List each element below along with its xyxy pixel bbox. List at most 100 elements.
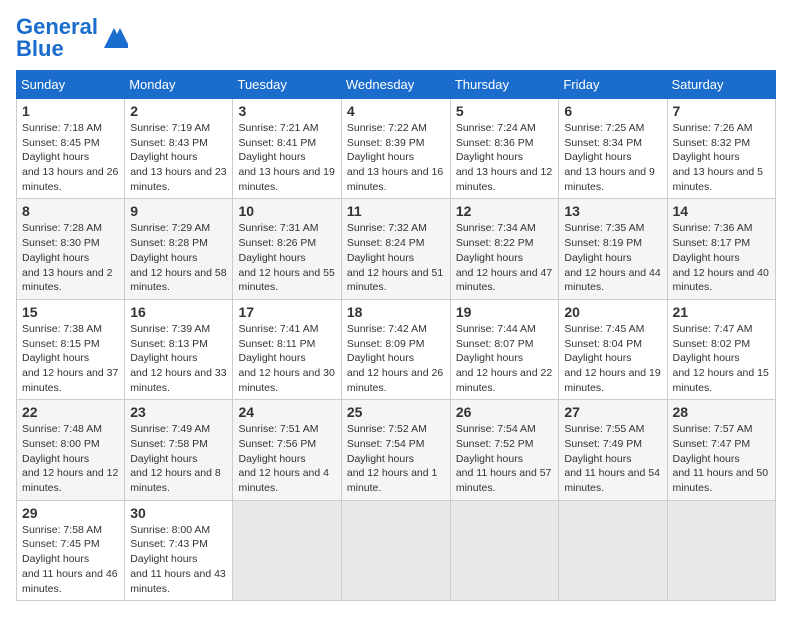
calendar-day-cell xyxy=(667,500,776,600)
day-number: 7 xyxy=(673,103,771,119)
day-number: 11 xyxy=(347,203,445,219)
day-number: 15 xyxy=(22,304,119,320)
day-info: Sunrise: 7:39 AM Sunset: 8:13 PM Dayligh… xyxy=(130,322,227,395)
calendar-day-cell: 26 Sunrise: 7:54 AM Sunset: 7:52 PM Dayl… xyxy=(450,400,559,500)
calendar-week-row: 22 Sunrise: 7:48 AM Sunset: 8:00 PM Dayl… xyxy=(17,400,776,500)
day-number: 30 xyxy=(130,505,227,521)
day-info: Sunrise: 7:36 AM Sunset: 8:17 PM Dayligh… xyxy=(673,221,771,294)
calendar-day-cell: 17 Sunrise: 7:41 AM Sunset: 8:11 PM Dayl… xyxy=(233,299,341,399)
day-info: Sunrise: 8:00 AM Sunset: 7:43 PM Dayligh… xyxy=(130,523,227,596)
calendar-day-cell: 9 Sunrise: 7:29 AM Sunset: 8:28 PM Dayli… xyxy=(125,199,233,299)
calendar-week-row: 1 Sunrise: 7:18 AM Sunset: 8:45 PM Dayli… xyxy=(17,99,776,199)
col-wednesday: Wednesday xyxy=(341,71,450,99)
day-number: 2 xyxy=(130,103,227,119)
day-info: Sunrise: 7:28 AM Sunset: 8:30 PM Dayligh… xyxy=(22,221,119,294)
calendar-day-cell: 18 Sunrise: 7:42 AM Sunset: 8:09 PM Dayl… xyxy=(341,299,450,399)
day-info: Sunrise: 7:21 AM Sunset: 8:41 PM Dayligh… xyxy=(238,121,335,194)
day-number: 1 xyxy=(22,103,119,119)
day-info: Sunrise: 7:32 AM Sunset: 8:24 PM Dayligh… xyxy=(347,221,445,294)
day-info: Sunrise: 7:51 AM Sunset: 7:56 PM Dayligh… xyxy=(238,422,335,495)
calendar-day-cell: 16 Sunrise: 7:39 AM Sunset: 8:13 PM Dayl… xyxy=(125,299,233,399)
page-header: General Blue xyxy=(16,16,776,60)
day-number: 17 xyxy=(238,304,335,320)
day-info: Sunrise: 7:24 AM Sunset: 8:36 PM Dayligh… xyxy=(456,121,554,194)
day-number: 8 xyxy=(22,203,119,219)
calendar-day-cell: 2 Sunrise: 7:19 AM Sunset: 8:43 PM Dayli… xyxy=(125,99,233,199)
calendar-day-cell: 20 Sunrise: 7:45 AM Sunset: 8:04 PM Dayl… xyxy=(559,299,667,399)
calendar-day-cell: 25 Sunrise: 7:52 AM Sunset: 7:54 PM Dayl… xyxy=(341,400,450,500)
calendar-day-cell: 7 Sunrise: 7:26 AM Sunset: 8:32 PM Dayli… xyxy=(667,99,776,199)
day-number: 19 xyxy=(456,304,554,320)
col-thursday: Thursday xyxy=(450,71,559,99)
calendar-day-cell: 27 Sunrise: 7:55 AM Sunset: 7:49 PM Dayl… xyxy=(559,400,667,500)
day-number: 9 xyxy=(130,203,227,219)
day-info: Sunrise: 7:18 AM Sunset: 8:45 PM Dayligh… xyxy=(22,121,119,194)
day-number: 5 xyxy=(456,103,554,119)
day-info: Sunrise: 7:31 AM Sunset: 8:26 PM Dayligh… xyxy=(238,221,335,294)
calendar-day-cell: 5 Sunrise: 7:24 AM Sunset: 8:36 PM Dayli… xyxy=(450,99,559,199)
logo-icon xyxy=(100,24,128,52)
day-info: Sunrise: 7:48 AM Sunset: 8:00 PM Dayligh… xyxy=(22,422,119,495)
day-info: Sunrise: 7:44 AM Sunset: 8:07 PM Dayligh… xyxy=(456,322,554,395)
day-number: 13 xyxy=(564,203,661,219)
calendar-week-row: 15 Sunrise: 7:38 AM Sunset: 8:15 PM Dayl… xyxy=(17,299,776,399)
col-tuesday: Tuesday xyxy=(233,71,341,99)
day-info: Sunrise: 7:22 AM Sunset: 8:39 PM Dayligh… xyxy=(347,121,445,194)
calendar-day-cell: 3 Sunrise: 7:21 AM Sunset: 8:41 PM Dayli… xyxy=(233,99,341,199)
calendar-day-cell: 22 Sunrise: 7:48 AM Sunset: 8:00 PM Dayl… xyxy=(17,400,125,500)
calendar-day-cell: 4 Sunrise: 7:22 AM Sunset: 8:39 PM Dayli… xyxy=(341,99,450,199)
day-info: Sunrise: 7:52 AM Sunset: 7:54 PM Dayligh… xyxy=(347,422,445,495)
calendar-day-cell: 19 Sunrise: 7:44 AM Sunset: 8:07 PM Dayl… xyxy=(450,299,559,399)
day-number: 25 xyxy=(347,404,445,420)
day-info: Sunrise: 7:19 AM Sunset: 8:43 PM Dayligh… xyxy=(130,121,227,194)
calendar-day-cell: 24 Sunrise: 7:51 AM Sunset: 7:56 PM Dayl… xyxy=(233,400,341,500)
day-number: 6 xyxy=(564,103,661,119)
calendar-day-cell xyxy=(450,500,559,600)
calendar-day-cell: 8 Sunrise: 7:28 AM Sunset: 8:30 PM Dayli… xyxy=(17,199,125,299)
day-info: Sunrise: 7:38 AM Sunset: 8:15 PM Dayligh… xyxy=(22,322,119,395)
day-number: 18 xyxy=(347,304,445,320)
calendar-day-cell: 1 Sunrise: 7:18 AM Sunset: 8:45 PM Dayli… xyxy=(17,99,125,199)
day-number: 24 xyxy=(238,404,335,420)
logo-text: General Blue xyxy=(16,16,98,60)
day-number: 27 xyxy=(564,404,661,420)
col-monday: Monday xyxy=(125,71,233,99)
day-info: Sunrise: 7:45 AM Sunset: 8:04 PM Dayligh… xyxy=(564,322,661,395)
logo: General Blue xyxy=(16,16,128,60)
day-info: Sunrise: 7:26 AM Sunset: 8:32 PM Dayligh… xyxy=(673,121,771,194)
calendar-day-cell xyxy=(559,500,667,600)
day-info: Sunrise: 7:58 AM Sunset: 7:45 PM Dayligh… xyxy=(22,523,119,596)
day-number: 4 xyxy=(347,103,445,119)
calendar-day-cell xyxy=(233,500,341,600)
calendar-day-cell: 23 Sunrise: 7:49 AM Sunset: 7:58 PM Dayl… xyxy=(125,400,233,500)
day-info: Sunrise: 7:54 AM Sunset: 7:52 PM Dayligh… xyxy=(456,422,554,495)
day-info: Sunrise: 7:49 AM Sunset: 7:58 PM Dayligh… xyxy=(130,422,227,495)
day-number: 14 xyxy=(673,203,771,219)
day-number: 26 xyxy=(456,404,554,420)
day-number: 29 xyxy=(22,505,119,521)
day-number: 3 xyxy=(238,103,335,119)
calendar-day-cell: 10 Sunrise: 7:31 AM Sunset: 8:26 PM Dayl… xyxy=(233,199,341,299)
calendar-week-row: 29 Sunrise: 7:58 AM Sunset: 7:45 PM Dayl… xyxy=(17,500,776,600)
calendar-day-cell: 15 Sunrise: 7:38 AM Sunset: 8:15 PM Dayl… xyxy=(17,299,125,399)
day-info: Sunrise: 7:29 AM Sunset: 8:28 PM Dayligh… xyxy=(130,221,227,294)
day-info: Sunrise: 7:34 AM Sunset: 8:22 PM Dayligh… xyxy=(456,221,554,294)
day-number: 23 xyxy=(130,404,227,420)
calendar-day-cell xyxy=(341,500,450,600)
calendar-day-cell: 12 Sunrise: 7:34 AM Sunset: 8:22 PM Dayl… xyxy=(450,199,559,299)
calendar-header-row: Sunday Monday Tuesday Wednesday Thursday… xyxy=(17,71,776,99)
calendar-day-cell: 29 Sunrise: 7:58 AM Sunset: 7:45 PM Dayl… xyxy=(17,500,125,600)
day-info: Sunrise: 7:25 AM Sunset: 8:34 PM Dayligh… xyxy=(564,121,661,194)
day-number: 21 xyxy=(673,304,771,320)
day-number: 16 xyxy=(130,304,227,320)
calendar-day-cell: 21 Sunrise: 7:47 AM Sunset: 8:02 PM Dayl… xyxy=(667,299,776,399)
day-info: Sunrise: 7:42 AM Sunset: 8:09 PM Dayligh… xyxy=(347,322,445,395)
calendar-day-cell: 30 Sunrise: 8:00 AM Sunset: 7:43 PM Dayl… xyxy=(125,500,233,600)
calendar-day-cell: 13 Sunrise: 7:35 AM Sunset: 8:19 PM Dayl… xyxy=(559,199,667,299)
day-info: Sunrise: 7:35 AM Sunset: 8:19 PM Dayligh… xyxy=(564,221,661,294)
day-number: 22 xyxy=(22,404,119,420)
day-info: Sunrise: 7:55 AM Sunset: 7:49 PM Dayligh… xyxy=(564,422,661,495)
calendar-table: Sunday Monday Tuesday Wednesday Thursday… xyxy=(16,70,776,601)
calendar-day-cell: 6 Sunrise: 7:25 AM Sunset: 8:34 PM Dayli… xyxy=(559,99,667,199)
calendar-week-row: 8 Sunrise: 7:28 AM Sunset: 8:30 PM Dayli… xyxy=(17,199,776,299)
